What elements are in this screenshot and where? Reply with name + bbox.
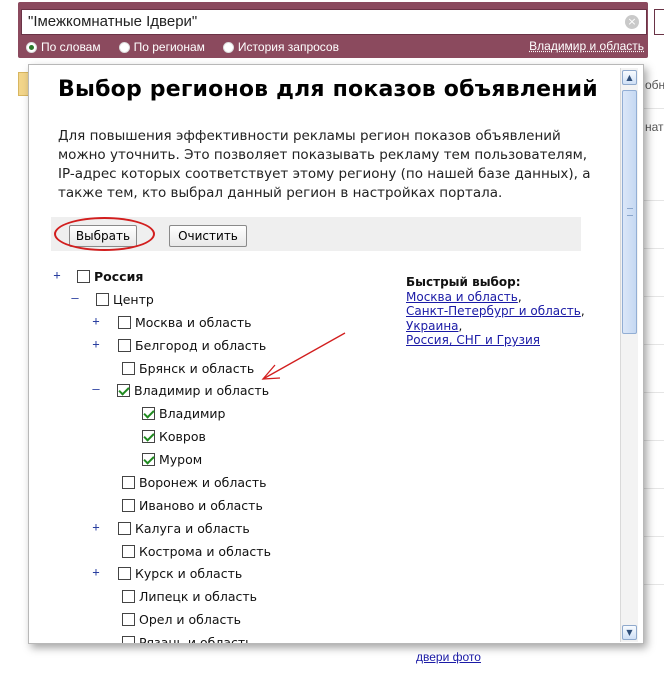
clear-search-icon[interactable]: ×	[625, 15, 639, 29]
divider	[644, 296, 664, 297]
mode-history[interactable]: История запросов	[222, 40, 339, 54]
divider	[644, 108, 664, 109]
divider	[644, 392, 664, 393]
region-link[interactable]: Владимир и область	[529, 39, 644, 53]
divider	[644, 584, 664, 585]
background-link[interactable]: двери фото	[416, 650, 481, 664]
mode-label: История запросов	[237, 40, 339, 54]
radio-icon[interactable]	[222, 41, 234, 53]
divider	[644, 248, 664, 249]
divider	[644, 440, 664, 441]
scroll-up-icon[interactable]: ▲	[622, 70, 637, 85]
mode-by-regions[interactable]: По регионам	[118, 40, 205, 54]
search-mode-group: По словам По регионам История запросов	[26, 38, 357, 56]
top-bar: "Iмежкомнатные Iдвери" × По словам По ре…	[0, 0, 664, 64]
mode-label: По регионам	[133, 40, 205, 54]
red-arrow-icon	[261, 332, 346, 380]
divider	[644, 488, 664, 489]
divider	[644, 344, 664, 345]
radio-icon[interactable]	[118, 41, 130, 53]
search-button[interactable]	[654, 9, 664, 35]
scroll-down-icon[interactable]: ▼	[622, 625, 637, 640]
region-dialog: Выбор регионов для показов объявлений Дл…	[28, 64, 644, 644]
background-text: нат	[645, 120, 664, 134]
grip-icon	[627, 208, 633, 216]
mode-by-words[interactable]: По словам	[26, 40, 101, 54]
radio-icon[interactable]	[26, 41, 37, 53]
divider	[644, 536, 664, 537]
scroll-thumb[interactable]	[622, 90, 637, 334]
mode-label: По словам	[41, 40, 101, 54]
search-input[interactable]: "Iмежкомнатные Iдвери" ×	[21, 9, 647, 35]
search-query: "Iмежкомнатные Iдвери"	[28, 13, 198, 30]
background-text: обно	[645, 78, 664, 92]
scrollbar[interactable]: ▲ ▼	[620, 68, 638, 642]
divider	[644, 200, 664, 201]
